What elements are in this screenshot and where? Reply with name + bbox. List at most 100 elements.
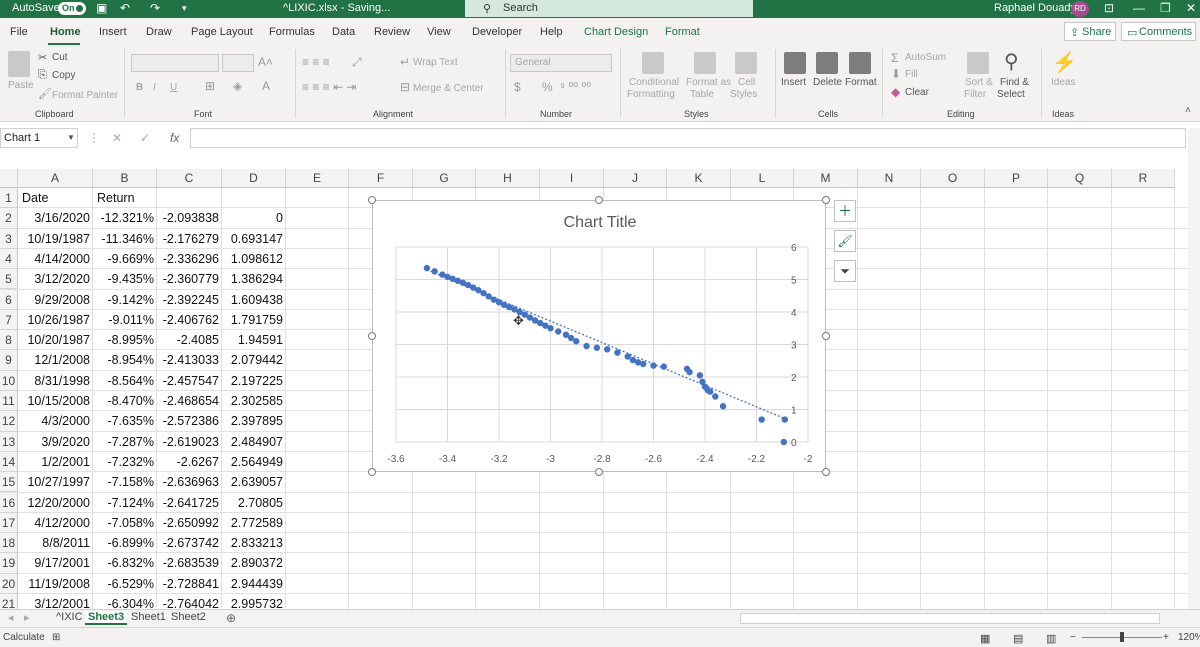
tab-format[interactable]: Format <box>665 26 700 38</box>
row-header[interactable]: 17 <box>0 512 18 534</box>
cell-c[interactable]: -2.728841 <box>157 574 222 594</box>
ideas-icon[interactable]: ⚡ <box>1052 50 1077 75</box>
cell-c[interactable]: -2.650992 <box>157 513 222 533</box>
cell-b[interactable]: -11.346% <box>93 229 157 249</box>
cell-c[interactable]: -2.636963 <box>157 472 222 492</box>
page-layout-view-icon[interactable]: ▤ <box>1013 632 1023 645</box>
cell-c[interactable]: -2.406762 <box>157 310 222 330</box>
horizontal-scrollbar[interactable] <box>740 613 1160 624</box>
sheet-tab-ixic[interactable]: ^IXIC <box>56 611 83 623</box>
cell-a[interactable]: 3/16/2020 <box>18 208 93 228</box>
cell-a[interactable]: 3/12/2001 <box>18 594 93 609</box>
cell-b[interactable]: -9.435% <box>93 269 157 289</box>
conditional-formatting-icon[interactable] <box>642 52 664 74</box>
cell-d[interactable]: 2.639057 <box>222 472 286 492</box>
cell-c[interactable]: -2.392245 <box>157 290 222 310</box>
fill-button[interactable]: Fill <box>905 69 918 80</box>
data-point[interactable] <box>547 325 554 332</box>
cell-d[interactable]: 2.564949 <box>222 452 286 472</box>
data-point[interactable] <box>696 372 704 379</box>
cell-c[interactable]: -2.360779 <box>157 269 222 289</box>
font-name-combo[interactable] <box>131 54 219 72</box>
cell-b[interactable]: -7.058% <box>93 513 157 533</box>
sort-label[interactable]: Sort & <box>965 77 993 88</box>
cell-b[interactable]: -9.142% <box>93 290 157 310</box>
cell-b[interactable]: -7.635% <box>93 411 157 431</box>
data-point[interactable] <box>781 416 789 423</box>
currency-button[interactable]: $ <box>514 80 521 94</box>
copy-icon[interactable]: ⎘ <box>38 69 47 82</box>
column-header-i[interactable]: I <box>540 169 604 188</box>
confirm-entry-icon[interactable]: ✓ <box>140 131 150 145</box>
data-point[interactable] <box>593 344 601 351</box>
redo-icon[interactable]: ↷ <box>150 1 160 15</box>
cell-b[interactable]: -6.304% <box>93 594 157 609</box>
cell-d[interactable]: 2.772589 <box>222 513 286 533</box>
resize-handle[interactable] <box>595 196 603 204</box>
row-header[interactable]: 12 <box>0 411 18 432</box>
cell-b[interactable]: -8.995% <box>93 330 157 350</box>
cell-b[interactable]: -7.124% <box>93 493 157 513</box>
paste-label[interactable]: Paste <box>8 80 34 91</box>
sheet-tab-sheet1[interactable]: Sheet1 <box>131 611 166 623</box>
column-header-f[interactable]: F <box>349 169 413 188</box>
data-point[interactable] <box>573 338 580 345</box>
column-header-j[interactable]: J <box>604 169 667 188</box>
resize-handle[interactable] <box>368 196 376 204</box>
delete-cells-button[interactable]: Delete <box>813 77 842 88</box>
font-size-combo[interactable] <box>222 54 254 72</box>
cell-c[interactable]: -2.4085 <box>157 330 222 350</box>
cell-a[interactable]: 3/9/2020 <box>18 432 93 452</box>
autosum-icon[interactable]: Σ <box>891 51 898 65</box>
cell-b[interactable]: -8.470% <box>93 391 157 411</box>
data-point[interactable] <box>686 368 693 376</box>
align-left-icon[interactable]: ≡ ≡ ≡ ⇤ ⇥ <box>302 80 356 94</box>
cell-b[interactable]: -6.832% <box>93 553 157 573</box>
cell-a[interactable]: 11/19/2008 <box>18 574 93 594</box>
cell-a[interactable]: 8/8/2011 <box>18 533 93 553</box>
delete-cells-icon[interactable] <box>816 52 838 74</box>
tab-page-layout[interactable]: Page Layout <box>191 26 253 38</box>
tab-formulas[interactable]: Formulas <box>269 26 315 38</box>
row-header[interactable]: 1 <box>0 188 18 209</box>
cell-a[interactable]: 10/15/2008 <box>18 391 93 411</box>
cell-a[interactable]: 10/19/1987 <box>18 229 93 249</box>
insert-cells-button[interactable]: Insert <box>781 77 806 88</box>
resize-handle[interactable] <box>368 468 376 476</box>
tab-view[interactable]: View <box>427 26 451 38</box>
cell-c[interactable]: -2.336296 <box>157 249 222 269</box>
row-header[interactable]: 15 <box>0 472 18 493</box>
autosum-button[interactable]: AutoSum <box>905 52 946 63</box>
row-header[interactable]: 9 <box>0 350 18 371</box>
format-as-table-icon[interactable] <box>694 52 716 74</box>
orientation-icon[interactable]: ⤢ <box>352 55 362 70</box>
column-header-e[interactable]: E <box>286 169 349 188</box>
format-painter-button[interactable]: Format Painter <box>52 90 118 101</box>
cell-d[interactable]: 1.609438 <box>222 290 286 310</box>
tab-developer[interactable]: Developer <box>472 26 522 38</box>
collapse-ribbon-icon[interactable]: ˄ <box>1185 105 1191 116</box>
tab-home[interactable]: Home <box>50 26 81 38</box>
tab-file[interactable]: File <box>10 26 28 38</box>
row-header[interactable]: 13 <box>0 431 18 452</box>
cut-button[interactable]: Cut <box>52 52 68 63</box>
format-painter-icon[interactable]: 🖌 <box>38 87 52 100</box>
font-color-icon[interactable]: A <box>262 79 270 93</box>
ideas-button[interactable]: Ideas <box>1051 77 1075 88</box>
comments-button[interactable]: ▭ Comments <box>1121 22 1196 41</box>
cell-b[interactable]: -12.321% <box>93 208 157 228</box>
cell-c[interactable]: -2.683539 <box>157 553 222 573</box>
ribbon-display-icon[interactable]: ⊡ <box>1104 1 1114 15</box>
clear-button[interactable]: Clear <box>905 87 929 98</box>
cell-a[interactable]: 10/20/1987 <box>18 330 93 350</box>
data-point[interactable] <box>719 403 727 410</box>
cell-a[interactable]: 4/3/2000 <box>18 411 93 431</box>
minimize-icon[interactable]: — <box>1133 1 1145 15</box>
paste-icon[interactable] <box>8 51 30 77</box>
column-header-m[interactable]: M <box>794 169 858 188</box>
cell-d[interactable]: 2.302585 <box>222 391 286 411</box>
macro-record-icon[interactable]: ⊞ <box>52 632 60 643</box>
row-header[interactable]: 18 <box>0 533 18 554</box>
cell-c[interactable]: -2.093838 <box>157 208 222 228</box>
cell-c[interactable]: -2.413033 <box>157 350 222 370</box>
